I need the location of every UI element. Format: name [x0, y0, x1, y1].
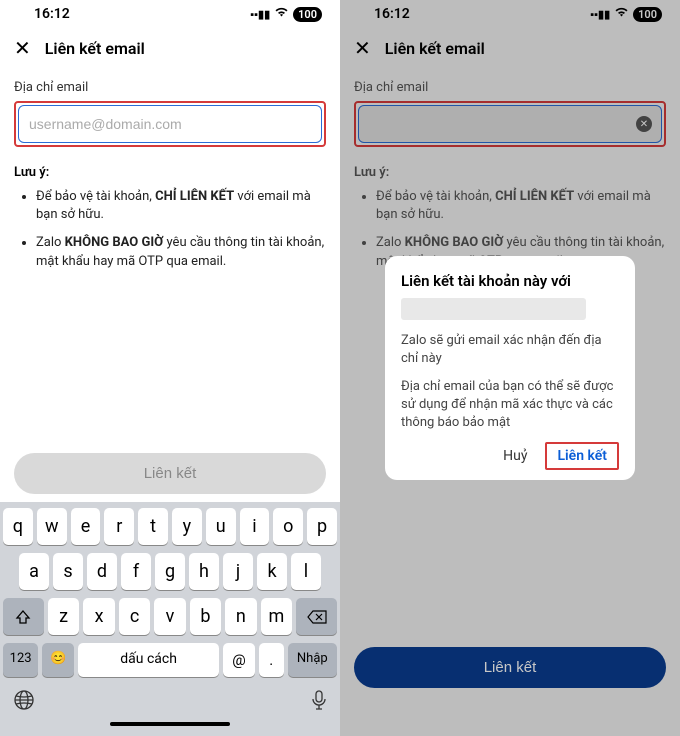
key-k[interactable]: k — [257, 553, 287, 590]
key-y[interactable]: y — [172, 508, 202, 545]
note-item: Zalo KHÔNG BAO GIỜ yêu cầu thông tin tài… — [36, 234, 326, 270]
phone-right: 16:12 ▪▪▮▮ 100 ✕ Liên kết email Địa chỉ … — [340, 0, 680, 736]
key-q[interactable]: q — [3, 508, 33, 545]
content: Địa chỉ email Lưu ý: Để bảo vệ tài khoản… — [0, 70, 340, 453]
key-p[interactable]: p — [307, 508, 337, 545]
keyboard: q w e r t y u i o p a s d f g h j k l — [0, 502, 340, 736]
key-o[interactable]: o — [273, 508, 303, 545]
link-button[interactable]: Liên kết — [14, 453, 326, 494]
key-e[interactable]: e — [71, 508, 101, 545]
notes-title: Lưu ý: — [14, 165, 326, 180]
key-b[interactable]: b — [190, 598, 221, 635]
key-backspace[interactable] — [296, 598, 337, 635]
dialog-text: Zalo sẽ gửi email xác nhận đến địa chỉ n… — [401, 332, 619, 368]
key-u[interactable]: u — [206, 508, 236, 545]
key-emoji[interactable]: 😊 — [42, 643, 74, 677]
note-item: Để bảo vệ tài khoản, CHỈ LIÊN KẾT với em… — [36, 188, 326, 224]
key-d[interactable]: d — [87, 553, 117, 590]
key-s[interactable]: s — [53, 553, 83, 590]
key-x[interactable]: x — [83, 598, 114, 635]
dialog-overlay: Liên kết tài khoản này với Zalo sẽ gửi e… — [340, 0, 680, 736]
key-f[interactable]: f — [121, 553, 151, 590]
close-icon[interactable]: ✕ — [14, 36, 31, 60]
key-j[interactable]: j — [223, 553, 253, 590]
notes-list: Để bảo vệ tài khoản, CHỈ LIÊN KẾT với em… — [14, 188, 326, 271]
key-h[interactable]: h — [189, 553, 219, 590]
key-enter[interactable]: Nhập — [288, 643, 337, 677]
time: 16:12 — [34, 6, 70, 22]
key-g[interactable]: g — [155, 553, 185, 590]
key-123[interactable]: 123 — [3, 643, 38, 677]
mic-icon[interactable] — [311, 690, 327, 715]
key-t[interactable]: t — [138, 508, 168, 545]
key-i[interactable]: i — [240, 508, 270, 545]
dialog-cancel-button[interactable]: Huỷ — [495, 442, 535, 470]
confirm-dialog: Liên kết tài khoản này với Zalo sẽ gửi e… — [385, 256, 635, 481]
key-c[interactable]: c — [119, 598, 150, 635]
home-indicator[interactable] — [110, 722, 230, 726]
key-l[interactable]: l — [291, 553, 321, 590]
wifi-icon — [274, 7, 289, 21]
key-at[interactable]: @ — [223, 643, 255, 677]
globe-icon[interactable] — [13, 689, 35, 716]
key-dot[interactable]: . — [259, 643, 284, 677]
email-input[interactable] — [18, 105, 322, 143]
header: ✕ Liên kết email — [0, 26, 340, 70]
key-a[interactable]: a — [19, 553, 49, 590]
key-z[interactable]: z — [48, 598, 79, 635]
page-title: Liên kết email — [45, 39, 145, 58]
phone-left: 16:12 ▪▪▮▮ 100 ✕ Liên kết email Địa chỉ … — [0, 0, 340, 736]
key-m[interactable]: m — [261, 598, 292, 635]
key-w[interactable]: w — [37, 508, 67, 545]
battery-icon: 100 — [293, 7, 322, 22]
dialog-email-redacted — [401, 298, 586, 320]
dialog-title: Liên kết tài khoản này với — [401, 272, 619, 290]
status-bar: 16:12 ▪▪▮▮ 100 — [0, 0, 340, 26]
key-v[interactable]: v — [154, 598, 185, 635]
key-space[interactable]: dấu cách — [78, 643, 219, 677]
email-label: Địa chỉ email — [14, 80, 326, 95]
dialog-actions: Huỷ Liên kết — [401, 442, 619, 470]
key-r[interactable]: r — [104, 508, 134, 545]
key-n[interactable]: n — [225, 598, 256, 635]
status-icons: ▪▪▮▮ 100 — [250, 7, 322, 22]
dialog-text: Địa chỉ email của bạn có thể sẽ được sử … — [401, 378, 619, 433]
email-input-highlight — [14, 101, 326, 147]
key-shift[interactable] — [3, 598, 44, 635]
signal-icon: ▪▪▮▮ — [250, 8, 270, 21]
dialog-link-button[interactable]: Liên kết — [545, 442, 619, 470]
